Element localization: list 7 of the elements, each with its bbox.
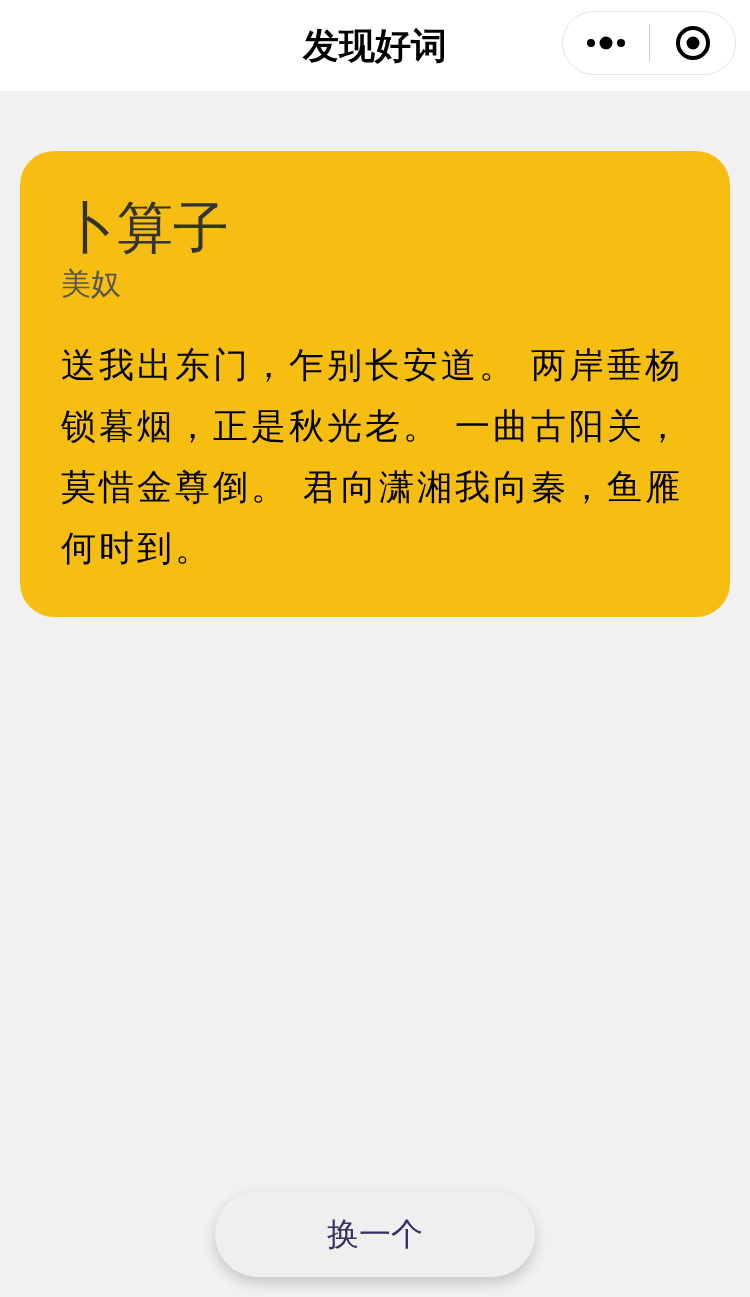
poem-title: 卜算子 [61,195,230,261]
next-button[interactable]: 换一个 [215,1191,535,1277]
poem-author: 美奴 [61,265,122,303]
more-icon [587,36,625,50]
poem-text: 送我出东门，乍别长安道。 两岸垂杨锁暮烟，正是秋光老。 一曲古阳关，莫惜金尊倒。 君向潇湘我向秦，鱼雁何时到。 [61,344,685,570]
target-icon [674,25,711,61]
page-title: 发现好词 [303,23,447,68]
